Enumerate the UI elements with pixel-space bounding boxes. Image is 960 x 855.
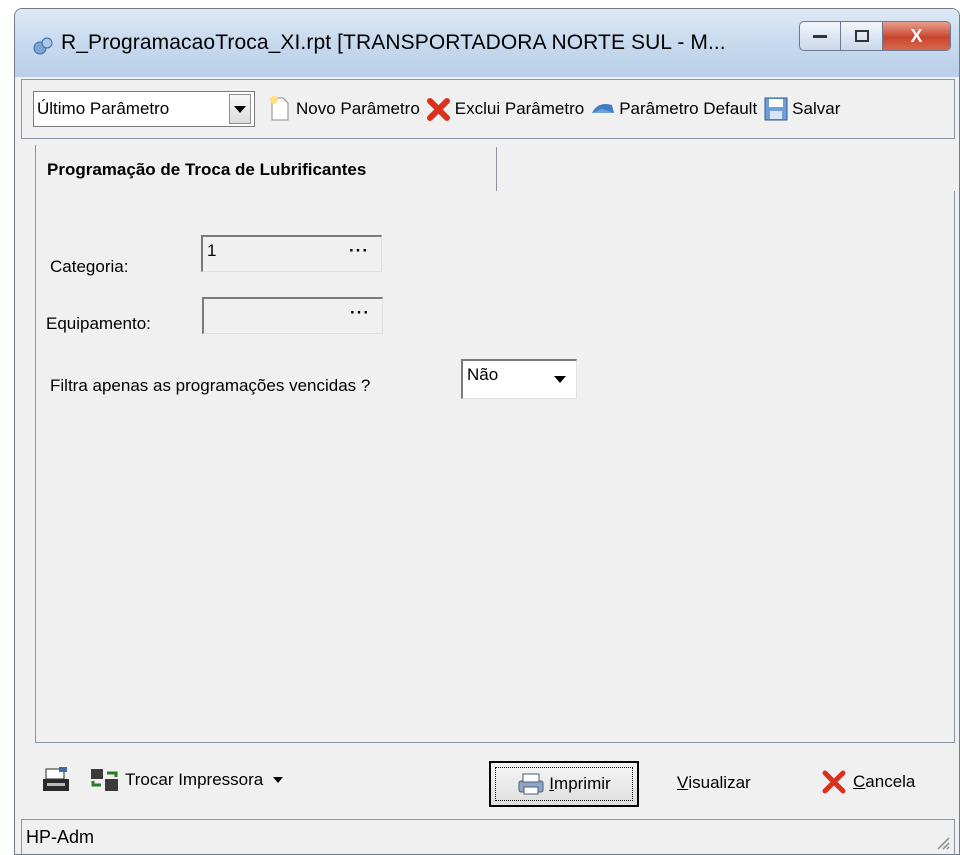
printer-setup-icon (43, 767, 69, 791)
cancel-label: ancela (865, 772, 916, 791)
visualizar-key: V (677, 773, 689, 792)
chevron-down-icon (273, 777, 284, 783)
filtra-select[interactable]: Não (461, 359, 577, 399)
tab-strip: Programação de Troca de Lubrificantes (21, 145, 955, 193)
dropdown-arrow-button[interactable] (229, 94, 251, 124)
chevron-down-icon (554, 376, 566, 383)
status-bar: HP-Adm (21, 819, 955, 854)
parameter-select-value: Último Parâmetro (37, 99, 170, 118)
lookup-ellipsis-button[interactable]: ··· (349, 241, 369, 261)
delete-x-icon (426, 96, 452, 122)
chevron-down-icon (234, 105, 246, 113)
close-button[interactable]: X (883, 21, 951, 51)
new-document-icon (267, 96, 293, 122)
resize-grip-icon[interactable] (934, 834, 950, 850)
save-label: Salvar (792, 99, 841, 118)
tab-panel (35, 191, 955, 743)
print-button-focus: Imprimir (495, 767, 633, 801)
visualizar-button[interactable]: Visualizar (677, 773, 751, 793)
filtra-label: Filtra apenas as programações vencidas ? (50, 376, 371, 395)
equipamento-label: Equipamento: (46, 314, 151, 333)
categoria-value: 1 (207, 241, 217, 260)
title-bar[interactable]: R_ProgramacaoTroca_XI.rpt [TRANSPORTADOR… (15, 9, 959, 77)
new-parameter-button[interactable]: Novo Parâmetro (267, 96, 420, 122)
filtra-value: Não (467, 365, 499, 384)
trocar-impressora-label: Trocar Impressora (125, 770, 264, 789)
tab-label: Programação de Troca de Lubrificantes (47, 160, 367, 179)
maximize-button[interactable] (841, 21, 883, 51)
arrow-icon (590, 96, 616, 122)
cancel-x-icon (822, 770, 846, 794)
parameter-select[interactable]: Último Parâmetro (33, 91, 255, 127)
print-label: mprimir (554, 774, 611, 793)
tab-programacao[interactable]: Programação de Troca de Lubrificantes (36, 147, 497, 193)
visualizar-label: isualizar (688, 773, 751, 792)
printer-icon (518, 773, 544, 795)
app-icon (33, 37, 53, 55)
categoria-label: Categoria: (50, 257, 129, 276)
lookup-ellipsis-button[interactable]: ··· (350, 303, 370, 323)
trocar-impressora-button[interactable]: Trocar Impressora (89, 765, 284, 795)
minimize-icon (813, 35, 827, 38)
new-parameter-label: Novo Parâmetro (296, 99, 420, 118)
printer-settings-button[interactable] (41, 765, 71, 795)
parameter-toolbar: Último Parâmetro Novo Parâmetro Exclui P… (21, 79, 955, 139)
delete-parameter-label: Exclui Parâmetro (454, 99, 585, 118)
report-window: R_ProgramacaoTroca_XI.rpt [TRANSPORTADOR… (14, 8, 960, 855)
default-parameter-label: Parâmetro Default (619, 99, 758, 118)
swap-printer-icon (91, 769, 118, 791)
save-disk-icon (763, 96, 789, 122)
default-parameter-button[interactable]: Parâmetro Default (590, 96, 757, 122)
print-button[interactable]: Imprimir (489, 761, 639, 807)
window-title: R_ProgramacaoTroca_XI.rpt [TRANSPORTADOR… (61, 31, 726, 54)
categoria-lookup-field[interactable]: 1 ··· (201, 235, 382, 272)
cancel-key: C (853, 772, 866, 791)
cancel-button[interactable]: Cancela (821, 769, 915, 795)
delete-parameter-button[interactable]: Exclui Parâmetro (426, 96, 584, 122)
equipamento-lookup-field[interactable]: ··· (202, 297, 383, 334)
save-button[interactable]: Salvar (763, 96, 840, 122)
status-printer-name: HP-Adm (26, 827, 95, 847)
maximize-icon (854, 30, 869, 42)
close-icon: X (910, 25, 923, 46)
minimize-button[interactable] (799, 21, 841, 51)
